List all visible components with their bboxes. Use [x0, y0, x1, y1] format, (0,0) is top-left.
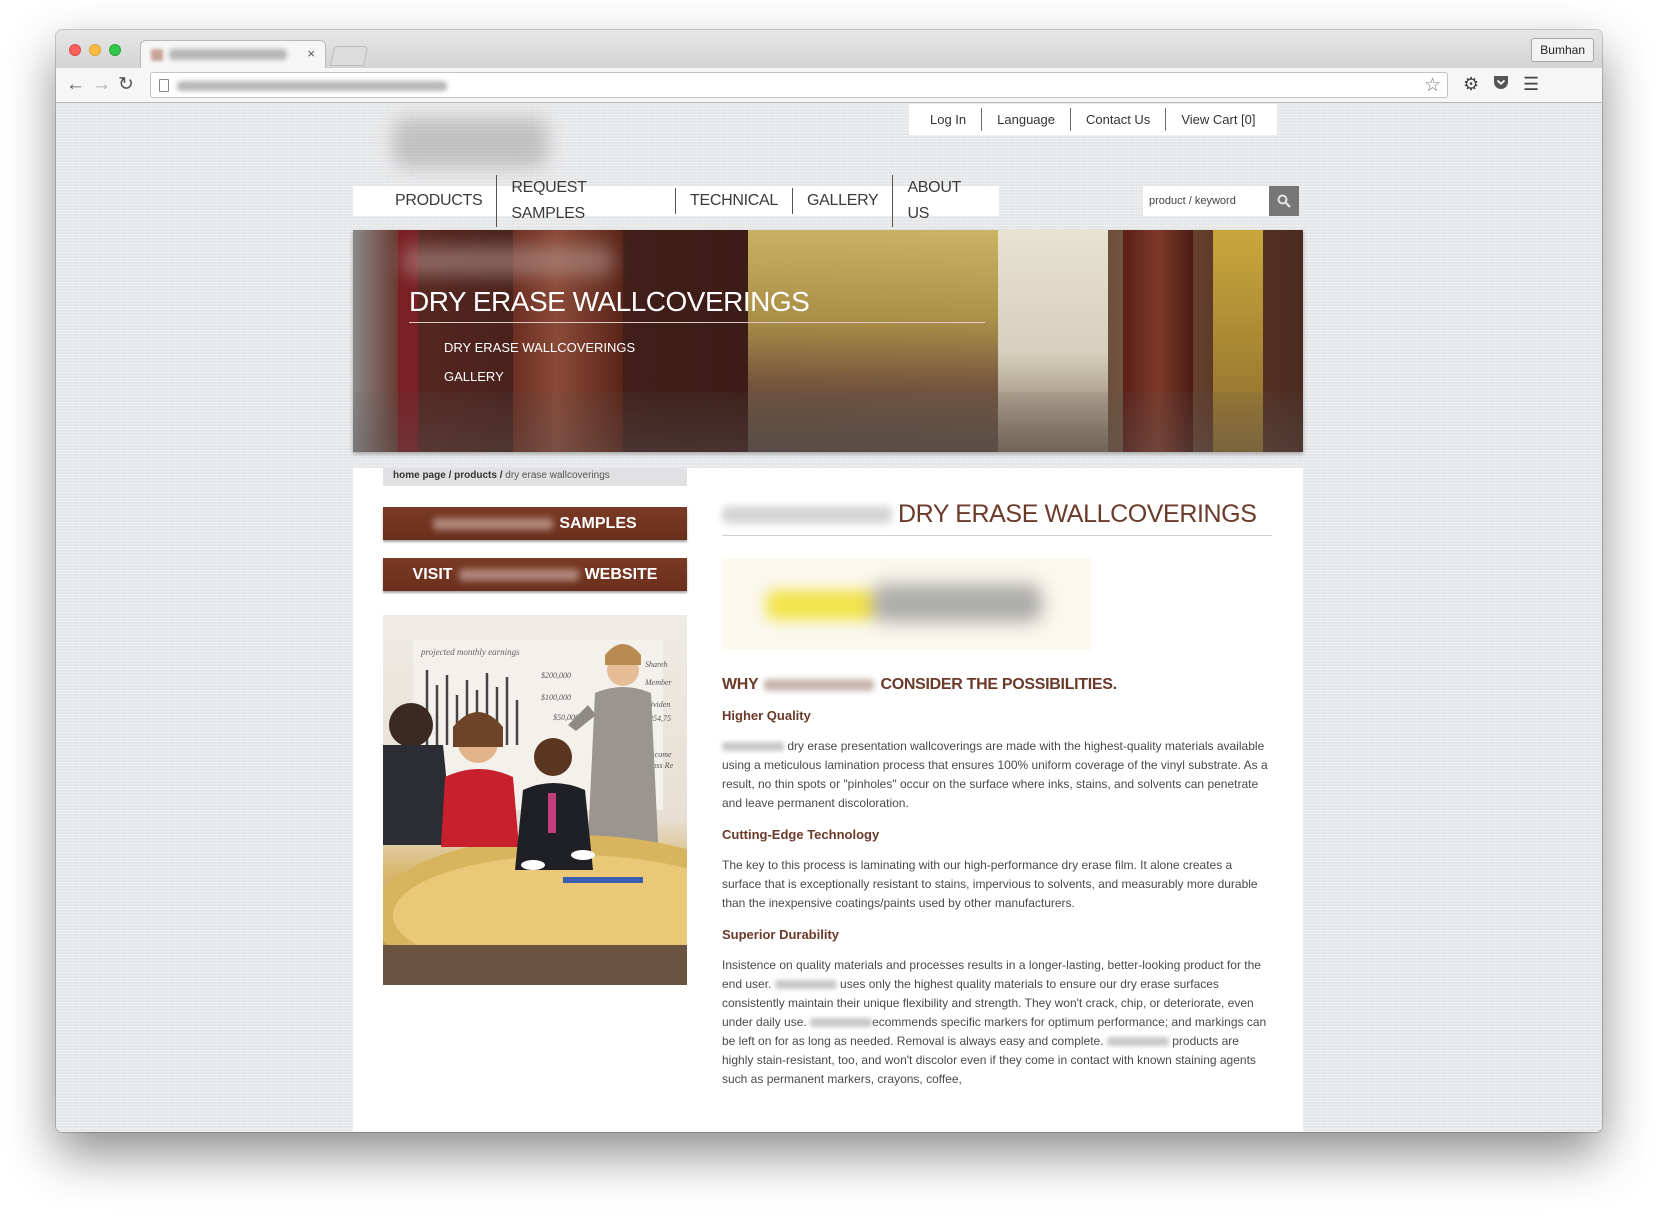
forward-arrow-icon[interactable]: →	[92, 75, 111, 95]
tab-favicon-icon	[151, 49, 163, 61]
utility-bar: Log In Language Contact Us View Cart [0]	[909, 104, 1277, 135]
brand-logo-blurred	[722, 558, 1092, 650]
why-prefix: WHY	[722, 676, 759, 693]
reload-icon[interactable]: ↻	[118, 75, 134, 95]
board-side-label: Member	[644, 678, 673, 687]
url-text-blurred	[177, 81, 447, 91]
site-container: Log In Language Contact Us View Cart [0]…	[353, 104, 1303, 1132]
nav-products[interactable]: PRODUCTS	[381, 188, 496, 214]
section-heading: Higher Quality	[722, 708, 811, 723]
board-side-label: Shareh	[645, 660, 667, 669]
brand-name-blurred	[722, 742, 784, 752]
bookmark-star-icon[interactable]: ☆	[1424, 74, 1441, 97]
visit-label: VISIT	[412, 565, 453, 583]
zoom-window-button[interactable]	[109, 44, 121, 56]
why-heading: WHY CONSIDER THE POSSIBILITIES.	[722, 676, 1272, 694]
hero-link-dry-erase[interactable]: DRY ERASE WALLCOVERINGS	[444, 340, 635, 355]
contact-us-link[interactable]: Contact Us	[1070, 108, 1165, 131]
browser-toolbar: ← → ↻ ☆ ⚙ ☰	[56, 68, 1602, 103]
hero-floor	[353, 392, 1303, 452]
settings-gear-icon[interactable]: ⚙	[1463, 74, 1479, 95]
brand-name-blurred	[774, 980, 837, 990]
back-arrow-icon[interactable]: ←	[66, 75, 85, 95]
brand-name-blurred	[810, 1018, 873, 1028]
page-viewport: Log In Language Contact Us View Cart [0]…	[56, 104, 1602, 1132]
nav-gallery[interactable]: GALLERY	[792, 188, 892, 214]
close-window-button[interactable]	[69, 44, 81, 56]
page-icon	[159, 79, 169, 92]
samples-button-label: SAMPLES	[559, 514, 637, 532]
section-heading: Superior Durability	[722, 927, 840, 942]
board-value: $200,000	[541, 671, 571, 680]
brand-name-blurred	[433, 517, 554, 530]
brand-name-blurred	[1106, 1037, 1169, 1047]
logo-gray-blob	[872, 584, 1042, 622]
board-value: $100,000	[541, 693, 571, 702]
search-icon	[1277, 194, 1291, 208]
board-heading: projected monthly earnings	[420, 647, 520, 657]
pocket-icon[interactable]	[1492, 74, 1510, 96]
section-heading: Cutting-Edge Technology	[722, 827, 880, 842]
breadcrumb-current: dry erase wallcoverings	[505, 470, 610, 481]
website-label: WEBSITE	[584, 565, 658, 583]
section-paragraph: dry erase presentation wallcoverings are…	[722, 737, 1272, 813]
hero-divider	[409, 322, 985, 323]
new-tab-button[interactable]	[329, 46, 369, 66]
section-paragraph: The key to this process is laminating wi…	[722, 858, 1258, 910]
site-logo-blurred[interactable]	[393, 118, 548, 168]
logo-yellow-blob	[766, 590, 876, 620]
profile-button[interactable]: Bumhan	[1531, 38, 1594, 62]
section-paragraph: Insistence on quality materials and proc…	[722, 956, 1272, 1089]
content-area: home page / products / dry erase wallcov…	[353, 468, 1303, 1132]
menu-hamburger-icon[interactable]: ☰	[1523, 74, 1539, 95]
why-suffix: CONSIDER THE POSSIBILITIES.	[880, 676, 1117, 693]
breadcrumb-products[interactable]: products	[454, 470, 497, 481]
brand-name-blurred	[458, 568, 579, 581]
breadcrumb: home page / products / dry erase wallcov…	[383, 468, 687, 486]
browser-tab[interactable]: ×	[140, 40, 326, 68]
page-title-text: DRY ERASE WALLCOVERINGS	[898, 500, 1257, 528]
breadcrumb-separator: /	[496, 470, 506, 481]
page-title: DRY ERASE WALLCOVERINGS	[722, 500, 1272, 536]
article: DRY ERASE WALLCOVERINGS WHY CONSIDER THE…	[722, 500, 1272, 1089]
meeting-illustration: projected monthly earnings $200,000 $100…	[383, 640, 687, 985]
tab-strip: × Bumhan	[56, 30, 1602, 68]
main-nav: PRODUCTS REQUEST SAMPLES TECHNICAL GALLE…	[353, 175, 999, 227]
meeting-photo: projected monthly earnings $200,000 $100…	[383, 615, 687, 985]
hero-link-gallery[interactable]: GALLERY	[444, 369, 504, 384]
samples-button[interactable]: SAMPLES	[383, 507, 687, 540]
brand-name-blurred	[764, 679, 875, 691]
minimize-window-button[interactable]	[89, 44, 101, 56]
tab-title-blurred	[169, 49, 287, 60]
hero-banner: DRY ERASE WALLCOVERINGS DRY ERASE WALLCO…	[353, 230, 1303, 452]
nav-about-us[interactable]: ABOUT US	[892, 175, 999, 227]
brand-name-blurred	[722, 505, 892, 524]
address-bar[interactable]: ☆	[150, 72, 1448, 98]
search-button[interactable]	[1269, 186, 1299, 216]
hero-brand-blurred	[403, 246, 613, 276]
nav-request-samples[interactable]: REQUEST SAMPLES	[496, 175, 675, 227]
paragraph-text: dry erase presentation wallcoverings are…	[722, 739, 1268, 810]
tab-close-icon[interactable]: ×	[307, 46, 315, 61]
visit-website-button[interactable]: VISIT WEBSITE	[383, 558, 687, 591]
search-input[interactable]	[1143, 186, 1269, 216]
nav-technical[interactable]: TECHNICAL	[675, 188, 792, 214]
browser-window: × Bumhan ← → ↻ ☆ ⚙ ☰ Log In Language Con…	[56, 30, 1602, 1132]
breadcrumb-home[interactable]: home page	[393, 470, 446, 481]
language-link[interactable]: Language	[981, 108, 1070, 131]
breadcrumb-separator: /	[445, 470, 455, 481]
login-link[interactable]: Log In	[915, 108, 981, 131]
hero-title: DRY ERASE WALLCOVERINGS	[409, 286, 810, 317]
view-cart-link[interactable]: View Cart [0]	[1165, 108, 1270, 131]
